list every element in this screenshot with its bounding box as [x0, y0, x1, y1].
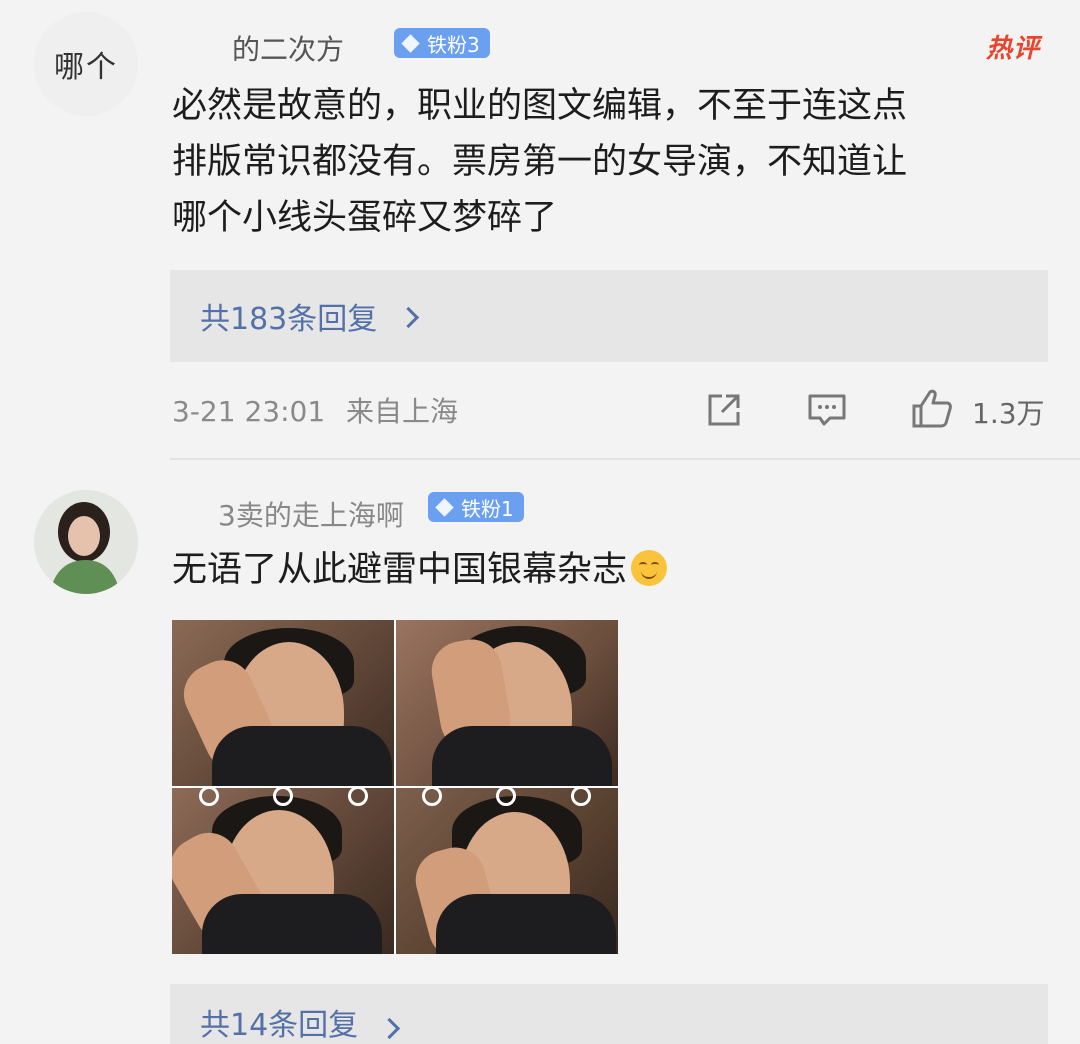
avatar-image: [34, 490, 138, 594]
body-line: 排版常识都没有。票房第一的女导演，不知道让: [172, 142, 908, 182]
username[interactable]: 的二次方: [232, 28, 344, 68]
replies-label: 共183条回复: [200, 302, 378, 337]
meme-image: [172, 788, 394, 954]
replies-label: 共14条回复: [200, 1008, 359, 1043]
hot-comment-label: 热评: [985, 34, 1040, 64]
comment-meta: 3-21 23:01 来自上海: [172, 390, 458, 430]
badge-label: 铁粉3: [427, 32, 480, 57]
diamond-icon: [435, 497, 454, 517]
thumbs-up-icon: [912, 389, 952, 428]
timestamp: 3-21 23:01: [172, 395, 326, 428]
username[interactable]: 3卖的走上海啊: [218, 494, 404, 534]
meme-image-grid[interactable]: [172, 620, 618, 954]
comment-body: 必然是故意的，职业的图文编辑，不至于连这点 排版常识都没有。票房第一的女导演，不…: [172, 78, 1032, 246]
avatar[interactable]: 哪个: [34, 12, 138, 116]
comment-1: 哪个 的二次方 铁粉3 热评 必然是故意的，职业的图文编辑，不至于连这点 排版常…: [0, 0, 1080, 460]
comment-body: 无语了从此避雷中国银幕杂志: [172, 542, 1032, 598]
smiling-emoji-icon: [631, 550, 668, 586]
comment-icon: [808, 394, 846, 426]
avatar[interactable]: [34, 490, 138, 594]
badge-label: 铁粉1: [461, 496, 514, 521]
body-text: 无语了从此避雷中国银幕杂志: [172, 550, 628, 590]
body-line: 必然是故意的，职业的图文编辑，不至于连这点: [172, 86, 908, 126]
diamond-icon: [401, 33, 420, 53]
like-button[interactable]: [910, 386, 954, 434]
share-button[interactable]: [704, 390, 744, 434]
reply-box: 共14条回复: [170, 984, 1048, 1044]
fan-badge[interactable]: 铁粉1: [428, 492, 524, 522]
avatar-text: 哪个: [54, 50, 118, 85]
meme-image: [172, 620, 394, 786]
location: 来自上海: [346, 395, 459, 428]
chevron-right-icon: [379, 1017, 401, 1040]
meme-image: [396, 620, 618, 786]
chevron-right-icon: [398, 306, 420, 328]
body-line: 哪个小线头蛋碎又梦碎了: [172, 198, 558, 238]
replies-link[interactable]: 共183条回复: [200, 270, 420, 362]
reply-box: 共183条回复: [170, 270, 1048, 362]
replies-link[interactable]: 共14条回复: [200, 984, 401, 1044]
meme-image: [396, 788, 618, 954]
comment-button[interactable]: [806, 390, 848, 434]
fan-badge[interactable]: 铁粉3: [394, 28, 490, 58]
like-count: 1.3万: [972, 397, 1045, 430]
share-icon: [708, 394, 740, 426]
